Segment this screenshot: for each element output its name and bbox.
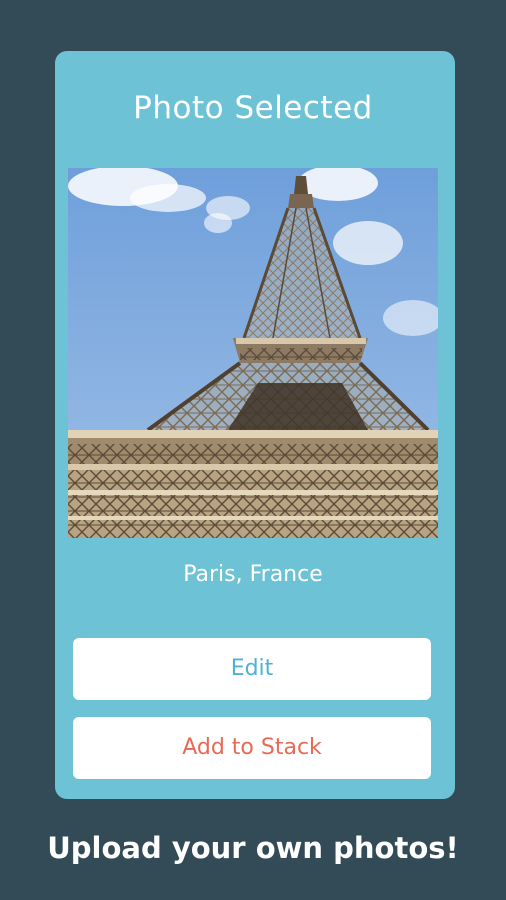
photo-location: Paris, France [183, 562, 323, 587]
add-to-stack-button[interactable]: Add to Stack [73, 717, 431, 779]
edit-button[interactable]: Edit [73, 638, 431, 700]
selected-photo [68, 168, 438, 538]
upload-caption: Upload your own photos! [47, 831, 459, 865]
card-title: Photo Selected [133, 90, 373, 126]
